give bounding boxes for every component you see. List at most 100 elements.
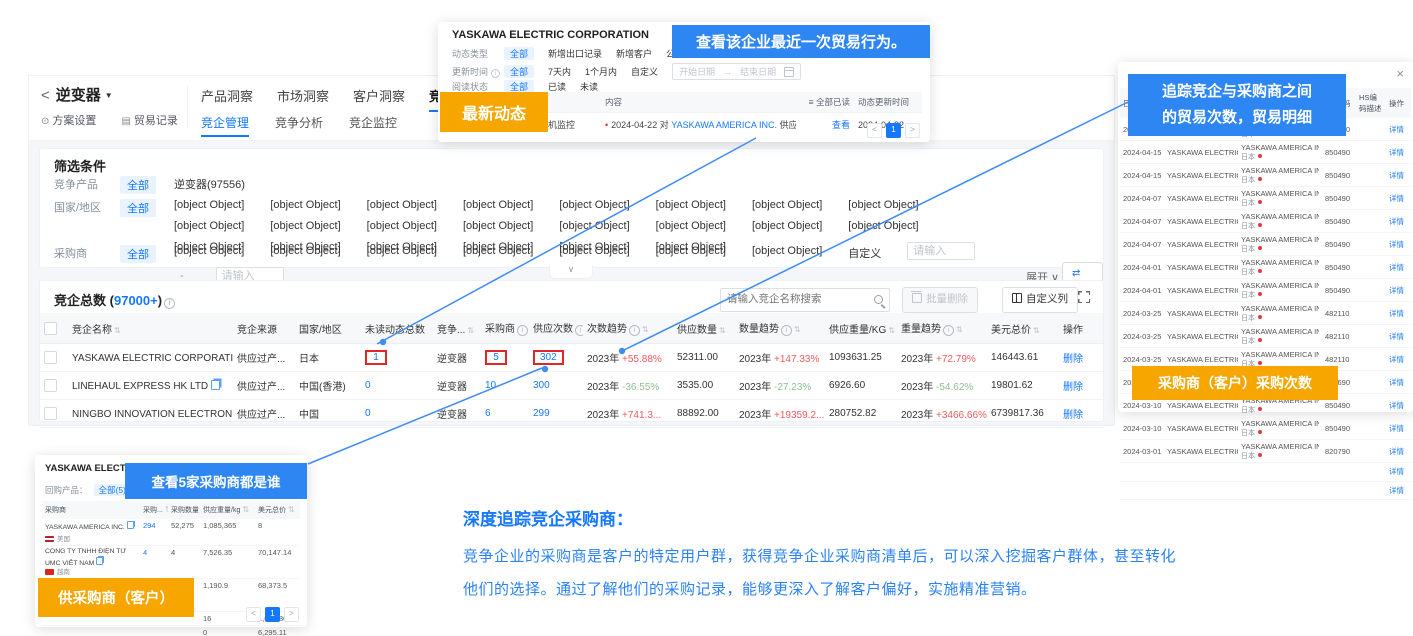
supply-count-link[interactable]: 302 xyxy=(533,350,564,365)
back-icon[interactable]: < xyxy=(41,87,50,104)
collapse-chevron[interactable]: ∨ xyxy=(549,265,593,279)
buyer-option[interactable]: [object Object] xyxy=(463,245,533,261)
competitor-name-link[interactable]: YASKAWA ELECTRIC CORPORATIO xyxy=(72,353,233,364)
sort-icon[interactable]: ⇅ xyxy=(467,326,474,335)
page-1-button[interactable]: 1 xyxy=(886,123,901,138)
detail-link[interactable]: 详情 xyxy=(1389,378,1404,387)
delete-link[interactable]: 删除 xyxy=(1063,382,1083,393)
select-all-checkbox[interactable] xyxy=(44,322,57,335)
detail-link[interactable]: 详情 xyxy=(1389,240,1404,249)
filter-option[interactable]: 全部 xyxy=(504,47,534,60)
filter-all-chip[interactable]: 全部 xyxy=(120,245,156,263)
purchase-count-link[interactable]: 4 xyxy=(143,548,147,557)
detail-link[interactable]: 详情 xyxy=(1389,125,1404,134)
copy-icon[interactable] xyxy=(211,380,220,390)
filter-all-chip[interactable]: 全部 xyxy=(120,199,156,217)
competitor-name-link[interactable]: LINEHAUL EXPRESS HK LTD xyxy=(72,381,208,392)
detail-link[interactable]: 详情 xyxy=(1389,194,1404,203)
country-option[interactable]: [object Object] xyxy=(752,199,822,211)
country-option[interactable]: [object Object] xyxy=(656,199,726,211)
sort-icon[interactable]: ⇅ xyxy=(794,325,801,334)
trade-records-button[interactable]: ▤贸易记录 xyxy=(121,115,177,127)
total-count[interactable]: 97000+ xyxy=(114,293,158,308)
detail-link[interactable]: 详情 xyxy=(1389,148,1404,157)
subtab-item[interactable]: 竞企监控 xyxy=(349,116,397,135)
filter-option[interactable]: 1个月内 xyxy=(585,65,617,78)
sort-icon[interactable]: ⇅ xyxy=(288,505,295,514)
unread-count-link[interactable]: 0 xyxy=(365,408,371,419)
buyers-count-link[interactable]: 5 xyxy=(485,350,507,365)
tab-item[interactable]: 产品洞察 xyxy=(201,89,253,110)
copy-icon[interactable] xyxy=(127,521,134,529)
view-link[interactable]: 查看 xyxy=(832,120,850,130)
filter-product-item[interactable]: 逆变器(97556) xyxy=(174,176,245,192)
competitor-name-link[interactable]: NINGBO INNOVATION ELECTRONI xyxy=(72,409,233,420)
tab-item[interactable]: 客户洞察 xyxy=(353,89,405,110)
row-checkbox[interactable] xyxy=(44,407,57,420)
filter-option[interactable]: 新增出口记录 xyxy=(548,47,602,60)
detail-link[interactable]: 详情 xyxy=(1389,355,1404,364)
tab-item[interactable]: 市场洞察 xyxy=(277,89,329,110)
detail-link[interactable]: 详情 xyxy=(1389,486,1404,495)
chevron-down-icon[interactable]: ▼ xyxy=(105,91,113,100)
sort-icon[interactable]: ⇅ xyxy=(642,325,649,334)
plan-settings-button[interactable]: ⊙方案设置 xyxy=(41,115,96,127)
sort-icon[interactable]: ⇅ xyxy=(956,325,963,334)
detail-link[interactable]: 详情 xyxy=(1389,467,1404,476)
range-min-input[interactable]: 请输入 xyxy=(907,242,975,260)
buyer-option[interactable]: [object Object] xyxy=(367,245,437,261)
detail-link[interactable]: 详情 xyxy=(1389,401,1404,410)
mark-all-read-link[interactable]: ≡ 全部已读 xyxy=(809,97,850,107)
buyer-option[interactable]: [object Object] xyxy=(270,245,340,261)
unread-count-link[interactable]: 1 xyxy=(365,350,387,365)
search-box[interactable] xyxy=(720,288,890,312)
detail-link[interactable]: 详情 xyxy=(1389,332,1404,341)
country-option[interactable]: [object Object] xyxy=(848,199,918,211)
purchase-count-link[interactable]: 294 xyxy=(143,521,156,530)
subtab-item[interactable]: 竞争分析 xyxy=(275,116,323,135)
filter-all-chip[interactable]: 全部 xyxy=(120,176,156,194)
filter-option[interactable]: 7天内 xyxy=(548,65,571,78)
sort-icon[interactable]: ⇅ xyxy=(1033,326,1040,335)
delete-link[interactable]: 删除 xyxy=(1063,354,1083,365)
prev-page-button[interactable]: < xyxy=(867,123,882,138)
page-title[interactable]: <逆变器▼ xyxy=(41,84,113,105)
country-option[interactable]: [object Object] xyxy=(174,220,244,232)
sort-icon[interactable]: ⇅ xyxy=(114,326,121,335)
country-option[interactable]: [object Object] xyxy=(270,199,340,211)
custom-columns-button[interactable]: 自定义列 xyxy=(1002,287,1078,313)
detail-link[interactable]: 详情 xyxy=(1389,309,1404,318)
detail-link[interactable]: 详情 xyxy=(1389,286,1404,295)
sort-icon[interactable]: ⇅ xyxy=(165,505,168,514)
buyer-option[interactable]: [object Object] xyxy=(559,245,629,261)
country-option[interactable]: [object Object] xyxy=(270,220,340,232)
buyer-option[interactable]: [object Object] xyxy=(656,245,726,261)
buyer-option[interactable]: [object Object] xyxy=(752,245,822,261)
detail-link[interactable]: 详情 xyxy=(1389,171,1404,180)
delete-link[interactable]: 删除 xyxy=(1063,410,1083,421)
row-checkbox[interactable] xyxy=(44,351,57,364)
batch-delete-button[interactable]: 批量删除 xyxy=(902,287,978,313)
country-option[interactable]: [object Object] xyxy=(463,199,533,211)
country-option[interactable]: [object Object] xyxy=(367,199,437,211)
next-page-button[interactable]: > xyxy=(905,123,920,138)
sort-icon[interactable]: ⇅ xyxy=(242,505,249,514)
buyer-option[interactable]: [object Object] xyxy=(174,245,244,261)
custom-range-label[interactable]: 自定义 xyxy=(848,245,881,261)
unread-count-link[interactable]: 0 xyxy=(365,380,371,391)
buyers-count-link[interactable]: 10 xyxy=(485,380,496,391)
filter-option[interactable]: 自定义 xyxy=(631,65,658,78)
subtab-item[interactable]: 竞企管理 xyxy=(201,116,249,137)
date-range-input[interactable]: 开始日期→结束日期 xyxy=(672,63,801,80)
prev-page-button[interactable]: < xyxy=(246,607,261,622)
country-option[interactable]: [object Object] xyxy=(752,220,822,232)
country-option[interactable]: [object Object] xyxy=(463,220,533,232)
country-option[interactable]: [object Object] xyxy=(174,199,244,211)
search-input[interactable] xyxy=(721,289,873,309)
page-1-button[interactable]: 1 xyxy=(265,607,280,622)
filter-option[interactable]: 新增客户 xyxy=(616,47,652,60)
next-page-button[interactable]: > xyxy=(284,607,299,622)
row-checkbox[interactable] xyxy=(44,379,57,392)
country-option[interactable]: [object Object] xyxy=(367,220,437,232)
country-option[interactable]: [object Object] xyxy=(559,199,629,211)
